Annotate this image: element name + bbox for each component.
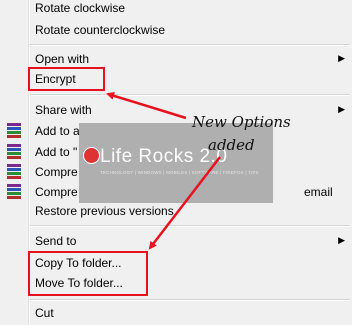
arrow-to-encrypt bbox=[106, 91, 187, 120]
arrow-to-new-options bbox=[148, 156, 221, 250]
annotation-arrows bbox=[106, 91, 221, 250]
